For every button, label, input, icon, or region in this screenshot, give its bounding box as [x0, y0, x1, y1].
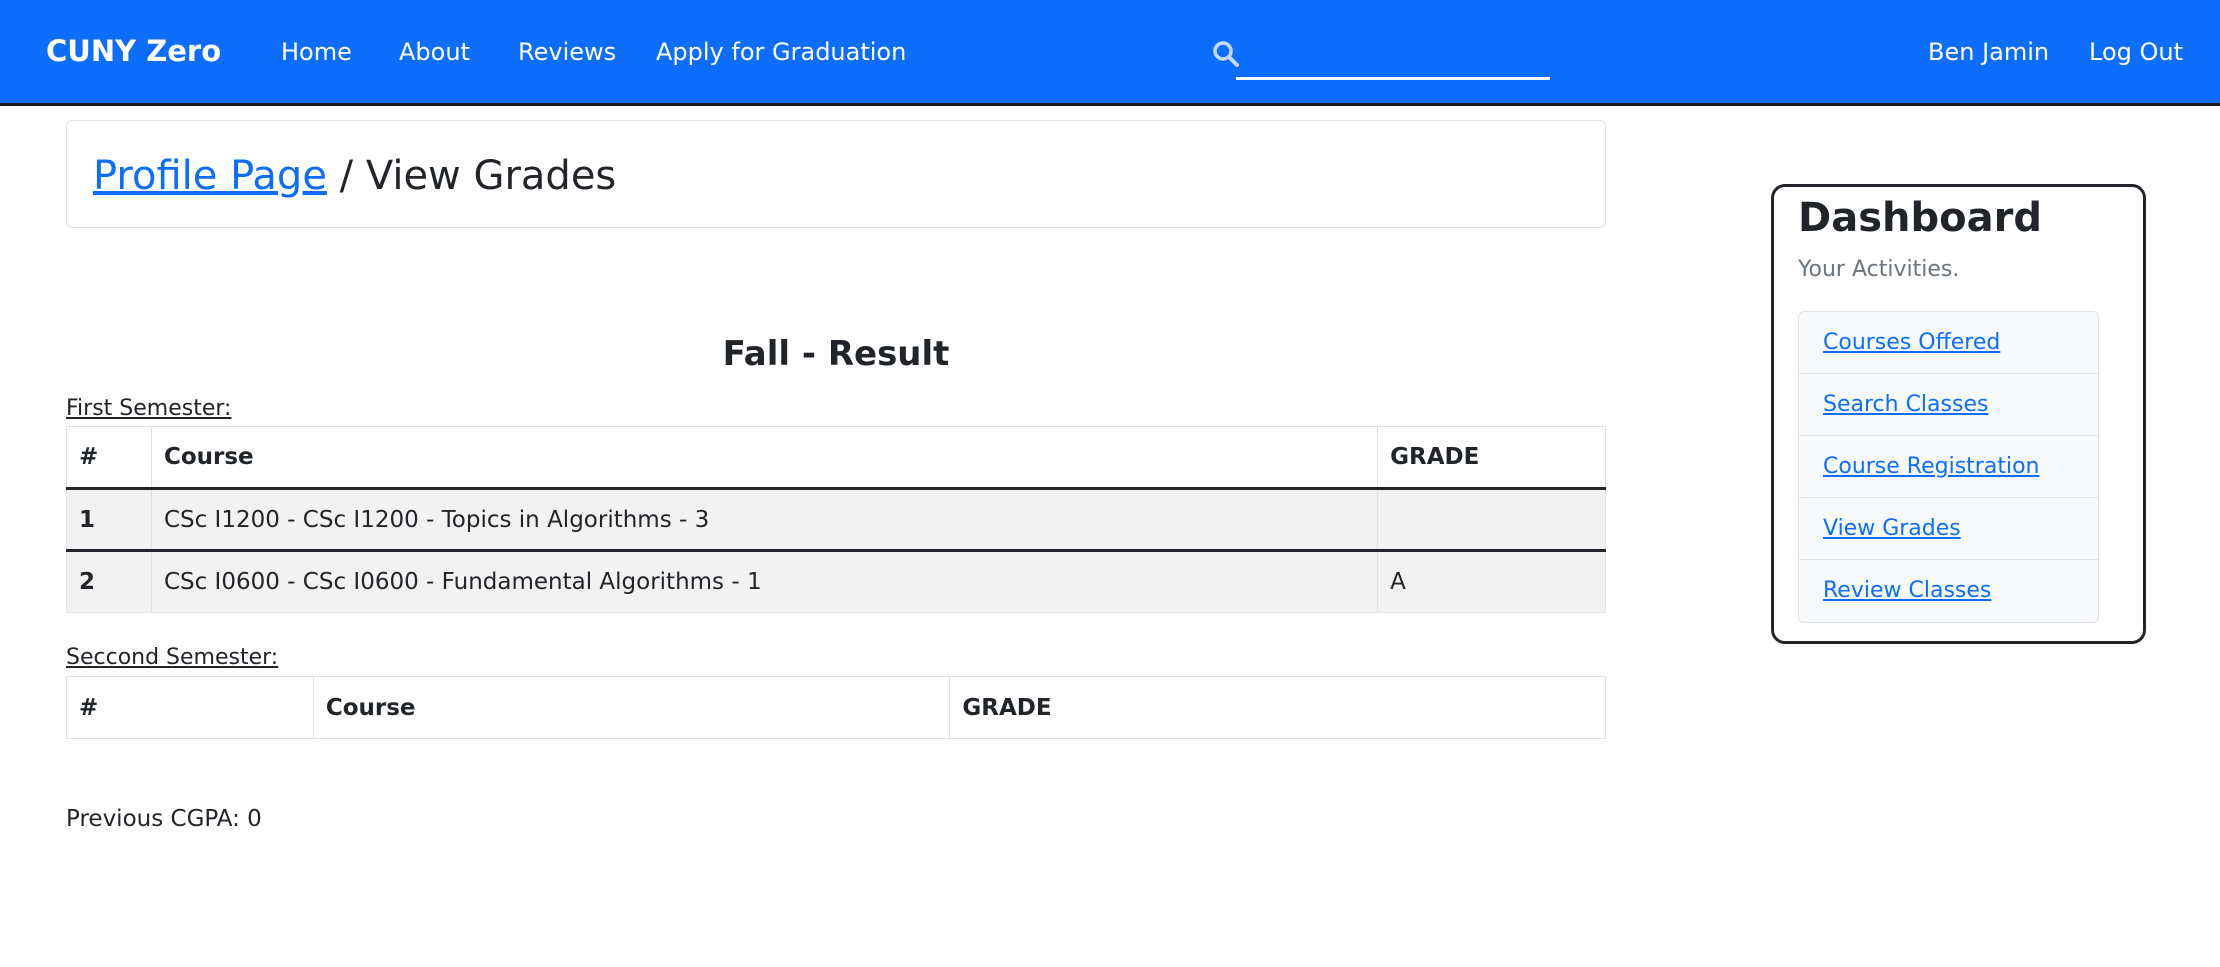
first-semester-table: # Course GRADE 1 CSc I1200 - CSc I1200 -… [66, 426, 1606, 613]
course-registration-link[interactable]: Course Registration [1823, 454, 2039, 479]
breadcrumb-separator: / [326, 153, 366, 199]
table-row: 1 CSc I1200 - CSc I1200 - Topics in Algo… [66, 488, 1606, 551]
table-header-row: # Course GRADE [66, 676, 1606, 739]
dashboard-item-view-grades: View Grades [1799, 498, 2098, 560]
table-row: 2 CSc I0600 - CSc I0600 - Fundamental Al… [66, 550, 1606, 613]
column-header-course: Course [150, 426, 1379, 489]
dashboard-card: Dashboard Your Activities. Courses Offer… [1771, 184, 2146, 644]
dashboard-item-course-registration: Course Registration [1799, 436, 2098, 498]
top-navbar: CUNY Zero Home About Reviews Apply for G… [0, 0, 2220, 106]
column-header-number: # [66, 426, 152, 489]
breadcrumb-current: View Grades [365, 153, 617, 199]
row-number: 1 [66, 488, 152, 551]
view-grades-link[interactable]: View Grades [1823, 516, 1961, 541]
breadcrumb: Profile Page / View Grades [93, 153, 616, 199]
dashboard-item-review-classes: Review Classes [1799, 560, 2098, 622]
search-classes-link[interactable]: Search Classes [1823, 392, 1988, 417]
user-name-link[interactable]: Ben Jamin [1928, 38, 2049, 66]
column-header-course: Course [312, 676, 951, 739]
nav-about-link[interactable]: About [399, 38, 470, 66]
dashboard-item-courses-offered: Courses Offered [1799, 312, 2098, 374]
search-input[interactable] [1236, 30, 1550, 80]
first-semester-label: First Semester: [66, 396, 232, 421]
column-header-grade: GRADE [1377, 426, 1606, 489]
result-title: Fall - Result [722, 334, 950, 374]
dashboard-menu: Courses Offered Search Classes Course Re… [1798, 311, 2099, 623]
previous-cgpa: Previous CGPA: 0 [66, 806, 262, 832]
row-course: CSc I1200 - CSc I1200 - Topics in Algori… [150, 488, 1379, 551]
nav-home-link[interactable]: Home [281, 38, 352, 66]
column-header-grade: GRADE [949, 676, 1606, 739]
second-semester-table: # Course GRADE [66, 676, 1606, 739]
logout-link[interactable]: Log Out [2089, 38, 2183, 66]
row-number: 2 [66, 550, 152, 613]
nav-reviews-link[interactable]: Reviews [518, 38, 616, 66]
breadcrumb-profile-link[interactable]: Profile Page [93, 153, 327, 199]
table-header-row: # Course GRADE [66, 426, 1606, 489]
row-grade: A [1377, 550, 1606, 613]
dashboard-subtitle: Your Activities. [1798, 257, 1960, 282]
dashboard-title: Dashboard [1798, 195, 2042, 241]
row-course: CSc I0600 - CSc I0600 - Fundamental Algo… [150, 550, 1379, 613]
nav-apply-graduation-link[interactable]: Apply for Graduation [656, 38, 906, 66]
dashboard-item-search-classes: Search Classes [1799, 374, 2098, 436]
breadcrumb-card: Profile Page / View Grades [66, 120, 1606, 228]
second-semester-label: Seccond Semester: [66, 645, 279, 670]
column-header-number: # [66, 676, 314, 739]
courses-offered-link[interactable]: Courses Offered [1823, 330, 2000, 355]
review-classes-link[interactable]: Review Classes [1823, 578, 1991, 603]
row-grade [1377, 488, 1606, 551]
brand-logo[interactable]: CUNY Zero [46, 34, 221, 68]
